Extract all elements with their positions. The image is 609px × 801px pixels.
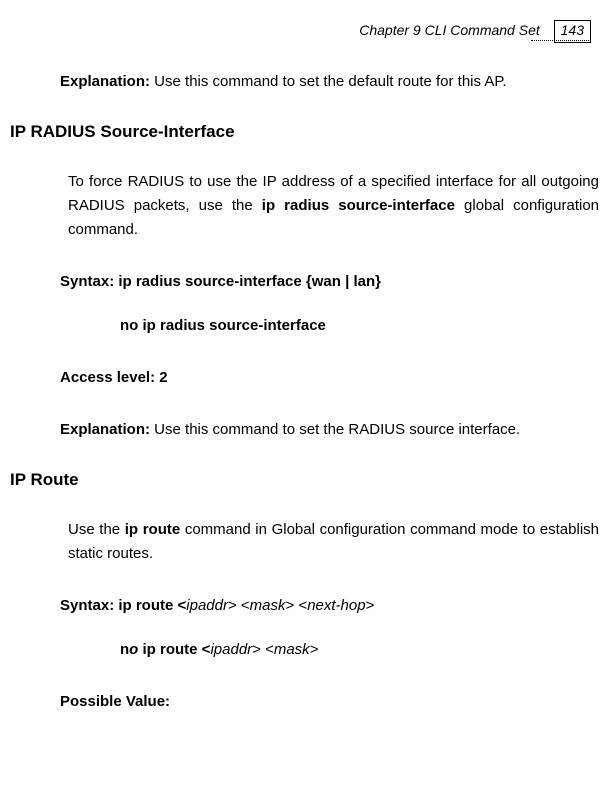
s2-no-g: >: [310, 641, 319, 658]
s2-no-c: ip route <: [143, 641, 211, 658]
s2-syn-c: > <: [228, 597, 250, 614]
section2-intro: Use the ip route command in Global confi…: [68, 518, 599, 566]
section2-syntax-no: no ip route <ipaddr> <mask>: [120, 638, 599, 662]
page: Chapter 9 CLI Command Set 143 Explanatio…: [0, 0, 609, 801]
section1-syntax-no: no ip radius source-interface: [120, 314, 599, 338]
s2-no-f: mask: [274, 641, 310, 658]
section-heading-ip-radius: IP RADIUS Source-Interface: [10, 122, 599, 142]
content-area: Explanation: Use this command to set the…: [10, 70, 599, 742]
chapter-label: Chapter 9 CLI Command Set: [359, 22, 540, 38]
section1-expl-text: Use this command to set the RADIUS sourc…: [150, 421, 520, 438]
s2-syn-d: mask: [250, 597, 286, 614]
section2-syntax: Syntax: ip route <ipaddr> <mask> <next-h…: [60, 594, 599, 618]
section1-intro-cmd: ip radius source-interface: [262, 197, 455, 214]
explanation-text: Use this command to set the default rout…: [150, 73, 507, 90]
s2-no-e: > <: [252, 641, 274, 658]
section1-explanation: Explanation: Use this command to set the…: [60, 418, 599, 442]
section2-intro-a: Use the: [68, 521, 125, 538]
s2-syn-g: >: [366, 597, 375, 614]
s2-no-d: ipaddr: [210, 641, 252, 658]
section1-intro: To force RADIUS to use the IP address of…: [68, 170, 599, 242]
s2-no-a: n: [120, 641, 129, 658]
s2-syn-a: Syntax: ip route <: [60, 597, 186, 614]
header-dotted-rule: [531, 40, 591, 41]
section1-expl-label: Explanation:: [60, 421, 150, 438]
s2-syn-e: > <: [286, 597, 308, 614]
section1-syntax: Syntax: ip radius source-interface {wan …: [60, 270, 599, 294]
explanation-paragraph-1: Explanation: Use this command to set the…: [60, 70, 599, 94]
section2-intro-cmd: ip route: [125, 521, 180, 538]
section2-possible-value: Possible Value:: [60, 690, 599, 714]
explanation-label: Explanation:: [60, 73, 150, 90]
s2-syn-b: ipaddr: [186, 597, 228, 614]
s2-no-b: o: [129, 641, 142, 658]
section1-access-level: Access level: 2: [60, 366, 599, 390]
section-heading-ip-route: IP Route: [10, 470, 599, 490]
s2-syn-f: next-hop: [307, 597, 365, 614]
